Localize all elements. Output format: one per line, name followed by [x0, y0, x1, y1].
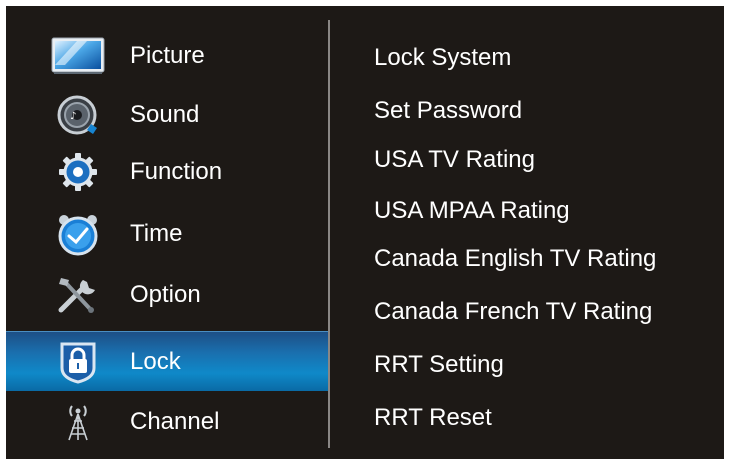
sidebar-item-sound[interactable]: ♪ Sound [6, 86, 328, 144]
tv-menu-screen: Picture ♪ Sound Function Time Option Loc… [6, 6, 724, 459]
picture-icon [50, 32, 106, 80]
speaker-icon: ♪ [50, 91, 106, 139]
menu-item-usa-tv-rating[interactable]: USA TV Rating [374, 146, 535, 174]
sidebar-item-label: Sound [130, 101, 200, 128]
sidebar-item-time[interactable]: Time [6, 205, 328, 263]
menu-divider [328, 20, 330, 448]
sidebar-item-picture[interactable]: Picture [6, 27, 328, 85]
menu-item-lock-system[interactable]: Lock System [374, 44, 511, 72]
menu-item-rrt-setting[interactable]: RRT Setting [374, 351, 504, 379]
menu-item-rrt-reset[interactable]: RRT Reset [374, 404, 492, 432]
svg-text:♪: ♪ [70, 111, 76, 122]
gear-icon [50, 148, 106, 196]
menu-item-canada-french-tv-rating[interactable]: Canada French TV Rating [374, 298, 652, 326]
sidebar-item-label: Lock [130, 347, 181, 375]
sidebar-item-label: Time [130, 220, 183, 247]
tools-icon [50, 271, 106, 319]
menu-item-canada-english-tv-rating[interactable]: Canada English TV Rating [374, 245, 656, 273]
clock-icon [50, 210, 106, 258]
sidebar-item-label: Channel [130, 408, 220, 435]
sidebar-item-channel[interactable]: Channel [6, 393, 328, 451]
sidebar-item-function[interactable]: Function [6, 143, 328, 201]
padlock-icon [50, 338, 106, 386]
sidebar-item-lock[interactable]: Lock [6, 331, 328, 391]
antenna-icon [50, 398, 106, 446]
menu-item-usa-mpaa-rating[interactable]: USA MPAA Rating [374, 197, 570, 225]
sidebar-item-label: Option [130, 281, 201, 308]
sidebar-item-label: Picture [130, 42, 205, 69]
sidebar-item-option[interactable]: Option [6, 266, 328, 324]
sidebar-item-label: Function [130, 158, 223, 185]
menu-item-set-password[interactable]: Set Password [374, 97, 522, 125]
